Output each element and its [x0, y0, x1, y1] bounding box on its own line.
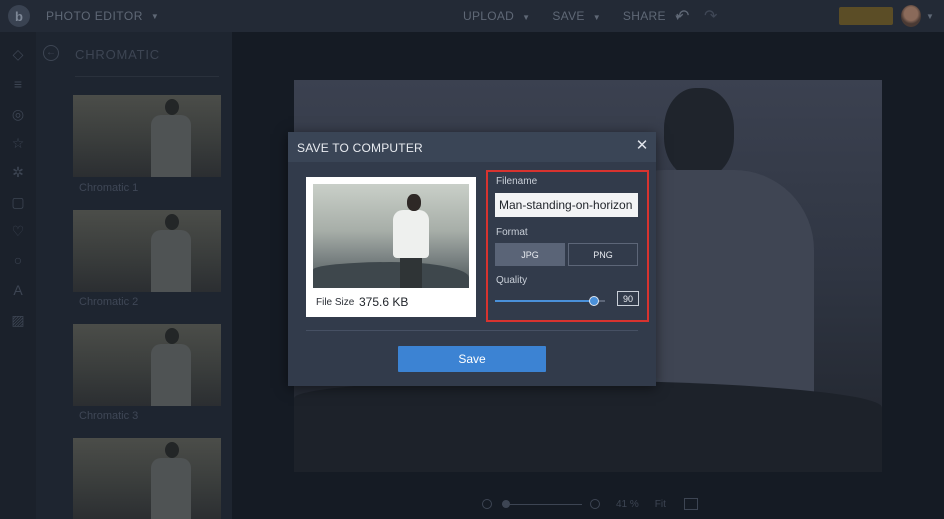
quality-slider-fill — [495, 300, 594, 302]
save-button[interactable]: Save — [398, 346, 546, 372]
redo-icon[interactable]: ↷ — [704, 6, 717, 26]
fullscreen-icon[interactable] — [683, 498, 698, 510]
zoom-slider[interactable] — [502, 499, 582, 508]
effect-thumbnail[interactable] — [73, 438, 221, 519]
heart-icon[interactable]: ♡ — [10, 223, 26, 239]
zoom-bar: 41 % Fit — [474, 492, 704, 516]
back-arrow-icon[interactable]: ← — [43, 45, 59, 61]
app-menu-button[interactable]: PHOTO EDITOR ▼ — [46, 9, 159, 23]
quality-slider[interactable] — [495, 296, 605, 306]
export-options: Filename Format JPG PNG Quality 90 — [486, 170, 649, 322]
effects-panel: ← CHROMATIC Chromatic 1 Chromatic 2 Chro… — [36, 32, 232, 519]
quality-value[interactable]: 90 — [617, 291, 639, 306]
filename-input[interactable] — [495, 193, 638, 217]
effect-label: Chromatic 3 — [79, 410, 139, 422]
quality-slider-handle[interactable] — [589, 296, 599, 306]
touch-up-icon[interactable]: ✲ — [10, 164, 26, 180]
zoom-out-icon[interactable] — [482, 499, 492, 509]
chevron-down-icon[interactable]: ▼ — [926, 12, 934, 21]
upload-label: UPLOAD — [463, 9, 515, 23]
chevron-down-icon: ▼ — [522, 13, 531, 22]
format-png-button[interactable]: PNG — [568, 243, 638, 266]
top-bar: b PHOTO EDITOR ▼ UPLOAD ▼ SAVE ▼ SHARE ▼ ↶ ↷… — [0, 0, 944, 32]
fit-button[interactable]: Fit — [655, 499, 666, 510]
filename-label: Filename — [496, 176, 538, 187]
effect-thumbnail[interactable] — [73, 324, 221, 406]
upgrade-button[interactable] — [839, 7, 893, 25]
share-label: SHARE — [622, 9, 666, 23]
avatar[interactable] — [901, 5, 921, 27]
file-size-value: 375.6 KB — [359, 295, 409, 309]
effect-thumbnail[interactable] — [73, 210, 221, 292]
photo-editor-app: b PHOTO EDITOR ▼ UPLOAD ▼ SAVE ▼ SHARE ▼ ↶ ↷… — [0, 0, 944, 519]
save-label: SAVE — [552, 9, 585, 23]
star-icon[interactable]: ☆ — [10, 135, 26, 151]
format-label: Format — [496, 227, 528, 238]
frame-icon[interactable]: ▢ — [10, 194, 26, 210]
format-jpg-button[interactable]: JPG — [495, 243, 565, 266]
quality-label: Quality — [496, 275, 528, 286]
upload-button[interactable]: UPLOAD ▼ — [463, 9, 530, 23]
zoom-in-icon[interactable] — [590, 499, 600, 509]
panel-title: CHROMATIC — [75, 47, 160, 62]
chevron-down-icon: ▼ — [592, 13, 601, 22]
chevron-down-icon: ▼ — [150, 12, 160, 22]
zoom-percent: 41 % — [616, 498, 639, 510]
dialog-divider — [306, 330, 638, 331]
eye-icon[interactable]: ◎ — [10, 106, 26, 122]
close-icon[interactable]: ✕ — [634, 138, 650, 154]
app-menu-label: PHOTO EDITOR — [46, 9, 143, 23]
file-size-label: File Size — [316, 297, 355, 308]
logo-icon[interactable]: b — [8, 5, 30, 27]
divider — [75, 76, 219, 77]
effect-label: Chromatic 1 — [79, 182, 139, 194]
top-actions: UPLOAD ▼ SAVE ▼ SHARE ▼ — [463, 9, 704, 23]
preview-image — [313, 184, 469, 288]
text-icon[interactable]: A — [10, 282, 26, 298]
share-button[interactable]: SHARE ▼ — [623, 9, 682, 23]
texture-icon[interactable]: ▨ — [10, 312, 26, 328]
layers-icon[interactable]: ◇ — [10, 46, 26, 62]
sticker-icon[interactable]: ○ — [10, 252, 26, 268]
tool-rail: ◇ ≡ ◎ ☆ ✲ ▢ ♡ ○ A ▨ — [0, 32, 36, 519]
undo-icon[interactable]: ↶ — [676, 6, 689, 26]
save-menu-button[interactable]: SAVE ▼ — [552, 9, 601, 23]
dialog-title: SAVE TO COMPUTER — [297, 141, 423, 155]
image-preview: File Size 375.6 KB — [306, 177, 476, 317]
adjust-icon[interactable]: ≡ — [10, 76, 26, 92]
effect-label: Chromatic 2 — [79, 296, 139, 308]
effect-thumbnail[interactable] — [73, 95, 221, 177]
save-dialog: SAVE TO COMPUTER ✕ File Size 375.6 KB Fi… — [288, 132, 656, 386]
